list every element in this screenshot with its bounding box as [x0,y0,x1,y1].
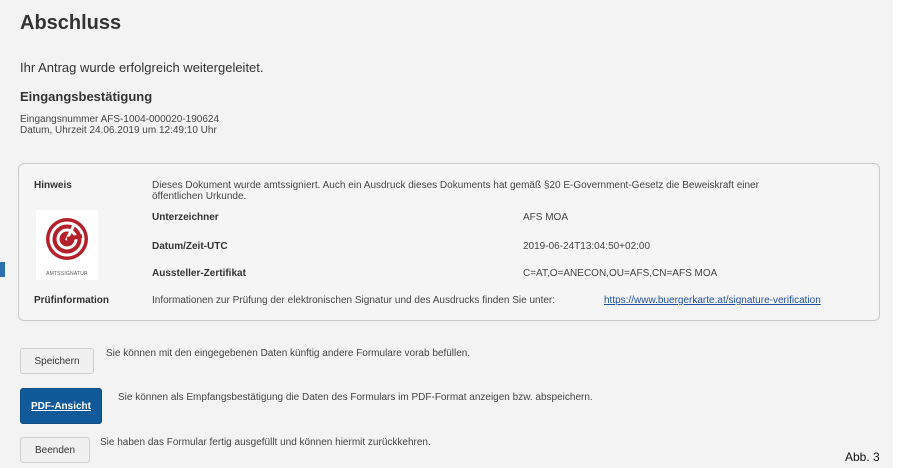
success-message: Ihr Antrag wurde erfolgreich weitergelei… [20,60,264,75]
pdf-view-description: Sie können als Empfangsbestätigung die D… [118,392,593,403]
finish-button[interactable]: Beenden [20,437,90,463]
edge-marker [0,262,5,277]
figure-label: Abb. 3 [845,450,880,464]
signature-info-box: Hinweis Dieses Dokument wurde amtssignie… [18,163,880,321]
seal-label: AMTSSIGNATUR [46,271,88,277]
datetime-utc-value: 2019-06-24T13:04:50+02:00 [523,241,651,252]
hint-text-line2: öffentlichen Urkunde. [152,191,247,202]
page-title: Abschluss [20,12,122,34]
verification-text: Informationen zur Prüfung der elektronis… [152,295,556,306]
hint-text-line1: Dieses Dokument wurde amtssigniert. Auch… [152,180,759,191]
amtssignatur-seal: AMTSSIGNATUR [36,210,98,280]
finish-description: Sie haben das Formular fertig ausgefüllt… [100,437,431,448]
verification-link[interactable]: https://www.buergerkarte.at/signature-ve… [604,295,821,306]
reference-number: Eingangsnummer AFS-1004-000020-190624 [20,114,220,125]
verification-label: Prüfinformation [34,295,109,306]
save-description: Sie können mit den eingegebenen Daten kü… [106,348,471,359]
datetime-utc-label: Datum/Zeit-UTC [152,241,228,252]
signer-value: AFS MOA [523,212,569,223]
save-button[interactable]: Speichern [20,348,94,374]
hint-label: Hinweis [34,180,72,191]
issuer-certificate-label: Aussteller-Zertifikat [152,268,246,279]
pdf-view-button[interactable]: PDF-Ansicht [20,388,102,424]
confirmation-heading: Eingangsbestätigung [20,89,153,104]
signer-label: Unterzeichner [152,212,219,223]
amtssignatur-logo-icon [46,218,88,260]
issuer-certificate-value: C=AT,O=ANECON,OU=AFS,CN=AFS MOA [523,268,718,279]
submission-datetime: Datum, Uhrzeit 24.06.2019 um 12:49:10 Uh… [20,125,217,136]
page: Abschluss Ihr Antrag wurde erfolgreich w… [0,0,893,468]
